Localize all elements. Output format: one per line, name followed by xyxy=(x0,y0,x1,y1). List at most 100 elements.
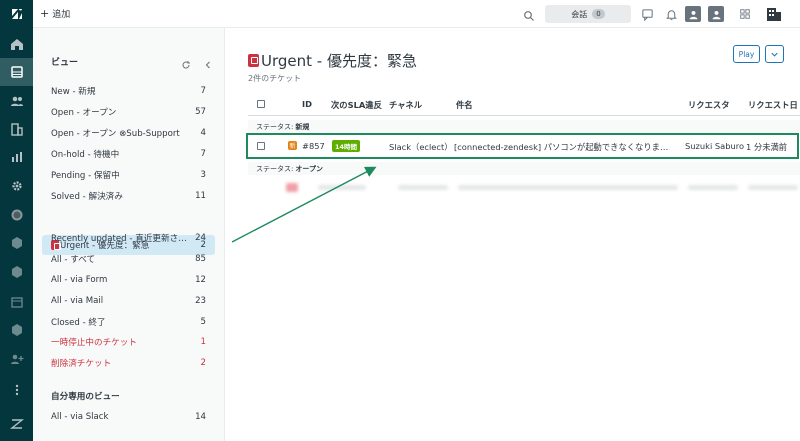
column-channel[interactable]: チャネル xyxy=(389,99,422,111)
view-item-open-sub-support[interactable]: Open - オープン ⊗Sub-Support 4 xyxy=(42,123,215,143)
view-item-count: 7 xyxy=(200,149,206,159)
column-requester[interactable]: リクエスタ xyxy=(688,99,730,111)
zendesk-logo-icon[interactable] xyxy=(0,0,33,28)
view-item-count: 57 xyxy=(195,107,206,117)
view-item-count: 11 xyxy=(195,191,206,201)
page-title-text: Urgent - 優先度：緊急 xyxy=(261,52,417,70)
view-item-count: 1 xyxy=(200,337,206,347)
organizations-icon[interactable] xyxy=(0,115,33,143)
reporting-icon[interactable] xyxy=(0,143,33,171)
view-item-label: 削除済チケット xyxy=(51,359,112,369)
view-item-all[interactable]: All - すべて 85 xyxy=(42,249,215,269)
app-icon[interactable] xyxy=(0,201,33,229)
view-item-pending[interactable]: Pending - 保留中 3 xyxy=(42,165,215,185)
blurred-table-row xyxy=(248,175,800,199)
group-row-new: ステータス: 新規 xyxy=(248,120,800,133)
urgent-icon xyxy=(248,54,259,67)
view-item-count: 14 xyxy=(195,412,206,422)
column-sla[interactable]: 次のSLA違反 xyxy=(331,99,382,111)
avatar[interactable] xyxy=(708,6,724,22)
app-icon-3[interactable] xyxy=(0,258,33,286)
plus-icon: + xyxy=(40,7,50,20)
product-rail xyxy=(0,0,33,441)
group-prefix: ステータス: xyxy=(256,164,294,173)
view-item-label: On-hold - 待機中 xyxy=(51,150,120,160)
view-item-count: 24 xyxy=(195,233,206,243)
view-item-on-hold[interactable]: On-hold - 待機中 7 xyxy=(42,144,215,164)
views-heading: ビュー xyxy=(51,58,79,68)
view-item-label: All - via Form xyxy=(51,275,108,285)
conversations-label: 会話 xyxy=(571,9,588,19)
highlight-box xyxy=(246,133,799,159)
view-item-closed[interactable]: Closed - 終了 5 xyxy=(42,312,215,332)
conversations-button[interactable]: 会話 0 xyxy=(545,5,631,23)
view-item-label: Recently updated - 直近更新されたチケット xyxy=(51,234,189,244)
view-item-all-via-form[interactable]: All - via Form 12 xyxy=(42,270,215,290)
view-item-all-via-slack[interactable]: All - via Slack 14 xyxy=(42,407,215,427)
view-item-count: 4 xyxy=(200,128,206,138)
view-item-label: Open - オープン xyxy=(51,108,117,118)
select-all-checkbox[interactable] xyxy=(257,100,265,108)
view-item-recently-updated[interactable]: Recently updated - 直近更新されたチケット 24 xyxy=(42,228,215,248)
column-subject[interactable]: 件名 xyxy=(456,99,473,111)
search-icon[interactable] xyxy=(523,7,535,21)
views-panel: ビュー New - 新規 7 Open - オープン 57 Open - オープ… xyxy=(33,28,225,441)
column-requested[interactable]: リクエスト日 xyxy=(748,99,798,111)
app-icon-2[interactable] xyxy=(0,229,33,257)
customers-icon[interactable] xyxy=(0,87,33,115)
home-icon[interactable] xyxy=(0,30,33,58)
calendar-icon[interactable] xyxy=(0,288,33,316)
notifications-icon[interactable] xyxy=(663,6,679,22)
page-title: Urgent - 優先度：緊急 xyxy=(248,50,417,71)
group-status: オープン xyxy=(295,164,323,173)
chevron-down-icon xyxy=(771,52,778,57)
group-prefix: ステータス: xyxy=(256,122,294,131)
blurred-cell xyxy=(318,185,366,190)
view-item-label: 一時停止中のチケット xyxy=(51,338,137,348)
group-status: 新規 xyxy=(295,122,310,131)
add-user-icon[interactable] xyxy=(0,345,33,373)
column-id[interactable]: ID xyxy=(302,99,312,109)
organization-building-icon[interactable] xyxy=(766,6,782,22)
refresh-icon[interactable] xyxy=(181,55,191,69)
app-icon-4[interactable] xyxy=(0,316,33,344)
group-row-open: ステータス: オープン xyxy=(248,162,800,175)
view-item-count: 23 xyxy=(195,296,206,306)
personal-views-heading: 自分専用のビュー xyxy=(51,392,120,402)
view-item-count: 5 xyxy=(200,317,206,327)
view-item-count: 7 xyxy=(200,86,206,96)
blurred-cell xyxy=(688,185,738,190)
view-item-count: 12 xyxy=(195,275,206,285)
zendesk-products-icon[interactable] xyxy=(0,410,33,438)
apps-grid-icon[interactable] xyxy=(737,6,753,22)
view-item-new[interactable]: New - 新規 7 xyxy=(42,81,215,101)
view-item-deleted[interactable]: 削除済チケット 2 xyxy=(42,353,215,373)
view-item-label: Open - オープン ⊗Sub-Support xyxy=(51,129,180,139)
play-button[interactable]: Play xyxy=(733,45,760,63)
agent-status-icon[interactable] xyxy=(685,6,701,22)
view-item-suspended[interactable]: 一時停止中のチケット 1 xyxy=(42,332,215,352)
add-label: 追加 xyxy=(52,10,71,20)
blurred-cell xyxy=(458,185,678,190)
admin-gear-icon[interactable] xyxy=(0,172,33,200)
more-icon[interactable] xyxy=(0,376,33,404)
view-item-all-via-mail[interactable]: All - via Mail 23 xyxy=(42,291,215,311)
table-header: ID 次のSLA違反 チャネル 件名 リクエスタ リクエスト日 xyxy=(248,94,800,116)
view-item-label: Pending - 保留中 xyxy=(51,171,120,181)
view-item-open[interactable]: Open - オープン 57 xyxy=(42,102,215,122)
view-options-button[interactable] xyxy=(765,45,784,63)
views-icon[interactable] xyxy=(0,58,33,86)
collapse-panel-icon[interactable] xyxy=(203,55,213,69)
add-button[interactable]: + 追加 xyxy=(40,7,70,20)
chat-icon[interactable] xyxy=(639,6,655,22)
view-item-label: Closed - 終了 xyxy=(51,318,106,328)
view-item-count: 3 xyxy=(200,170,206,180)
view-item-label: All - via Mail xyxy=(51,296,104,306)
ticket-count: 2件のチケット xyxy=(248,74,302,83)
view-item-solved[interactable]: Solved - 解決済み 11 xyxy=(42,186,215,206)
view-item-label: All - via Slack xyxy=(51,412,109,422)
view-item-label: New - 新規 xyxy=(51,87,96,97)
main-content: Urgent - 優先度：緊急 2件のチケット Play ID 次のSLA違反 … xyxy=(225,28,800,441)
view-item-label: Solved - 解決済み xyxy=(51,192,123,202)
blurred-badge xyxy=(286,183,298,192)
